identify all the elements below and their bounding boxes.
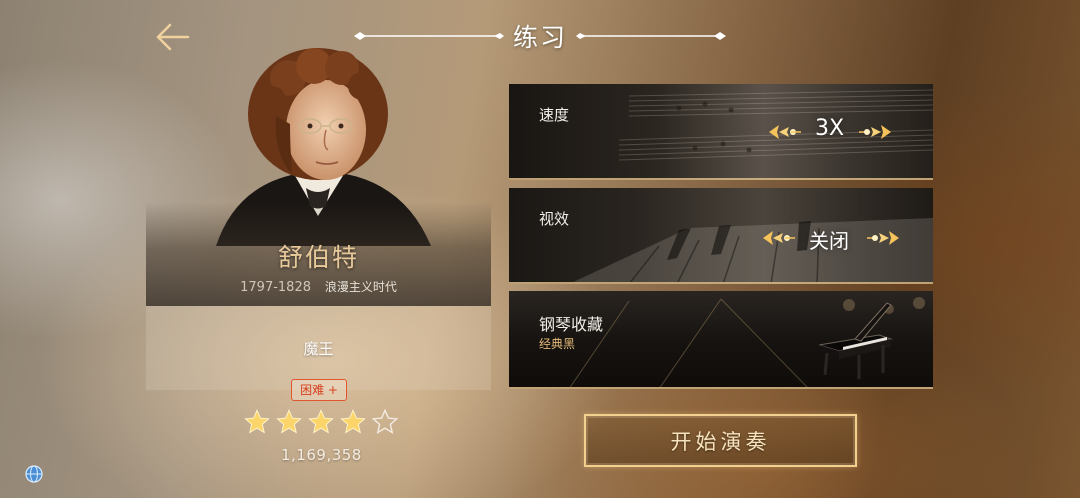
globe-icon[interactable] [24, 464, 44, 488]
rating-stars [243, 408, 399, 436]
start-playing-button[interactable]: 开始演奏 [584, 414, 857, 467]
speed-setting[interactable]: 速度 3X [509, 84, 933, 180]
visual-effects-setting[interactable]: 视效 关闭 [509, 188, 933, 284]
star-filled-icon [339, 408, 367, 436]
difficulty-badge: 困难 + [291, 379, 347, 401]
composer-meta: 1797-1828 浪漫主义时代 [146, 278, 491, 295]
star-filled-icon [275, 408, 303, 436]
visual-effects-label: 视效 [539, 210, 570, 228]
title-ornament-right [576, 32, 726, 40]
speed-value: 3X [815, 116, 845, 141]
visual-effects-next-button[interactable] [865, 228, 901, 248]
piano-collection-setting[interactable]: 钢琴收藏 经典黑 [509, 291, 933, 389]
star-empty-icon [371, 408, 399, 436]
visual-effects-value: 关闭 [809, 229, 849, 253]
star-filled-icon [307, 408, 335, 436]
composer-years: 1797-1828 [240, 280, 311, 295]
grand-piano-icon [818, 302, 893, 379]
page-title: 练习 [512, 23, 567, 52]
composer-card: 舒伯特 1797-1828 浪漫主义时代 [146, 46, 491, 306]
title-ornament-left [354, 32, 504, 40]
speed-decrease-button[interactable] [767, 122, 803, 142]
piano-collection-label: 钢琴收藏 [539, 315, 604, 334]
piano-collection-sub: 经典黑 [539, 337, 576, 351]
composer-era: 浪漫主义时代 [324, 280, 397, 294]
star-filled-icon [243, 408, 271, 436]
speed-increase-button[interactable] [857, 122, 893, 142]
visual-effects-previous-button[interactable] [761, 228, 797, 248]
play-count: 1,169,358 [281, 446, 362, 464]
speed-label: 速度 [539, 106, 570, 124]
composer-name: 舒伯特 [277, 243, 359, 272]
